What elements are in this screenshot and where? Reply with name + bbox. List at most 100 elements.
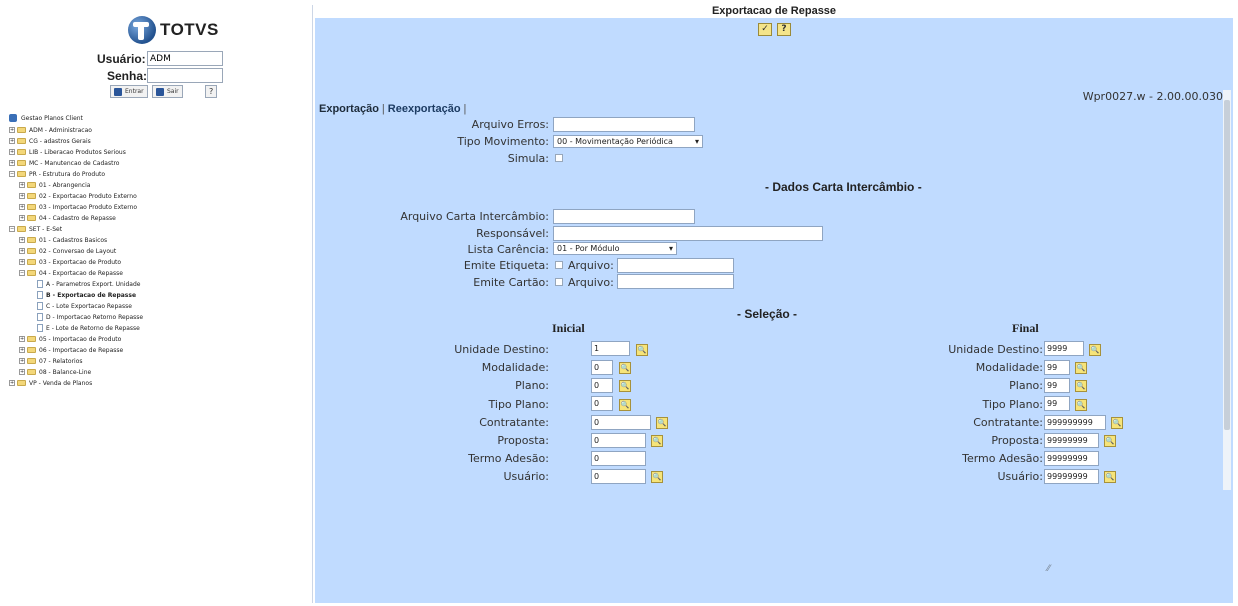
plano-ini-input[interactable] <box>591 378 613 393</box>
tree-item[interactable]: + 06 - Importacao de Repasse <box>19 345 123 355</box>
arquivo-cartao-input[interactable] <box>617 274 734 289</box>
application-window: TOTVS Usuário: Senha: Entrar Sair ? Gest… <box>0 0 1238 606</box>
tree-item[interactable]: + MC - Manutencao de Cadastro <box>9 158 119 168</box>
plano-fim-input[interactable] <box>1044 378 1070 393</box>
tree-root[interactable]: Gestao Planos Client <box>9 113 83 123</box>
dados-carta-header: - Dados Carta Intercâmbio - <box>765 180 922 194</box>
tree-item[interactable]: + VP - Venda de Planos <box>9 378 92 388</box>
usuario-ini-label: Usuário: <box>503 470 549 483</box>
document-icon <box>37 313 43 321</box>
simula-checkbox[interactable] <box>555 154 563 162</box>
magnifier-icon[interactable]: 🔍 <box>651 471 663 483</box>
contratante-fim-input[interactable] <box>1044 415 1106 430</box>
proposta-ini-input[interactable] <box>591 433 646 448</box>
tree-item[interactable]: + 08 - Balance-Line <box>19 367 91 377</box>
folder-icon <box>27 347 36 353</box>
exit-label: Sair <box>167 88 179 95</box>
tree-item[interactable]: E - Lote de Retorno de Repasse <box>37 323 140 333</box>
tree-item[interactable]: + 02 - Conversao de Layout <box>19 246 116 256</box>
exit-button[interactable]: Sair <box>152 85 183 98</box>
tree-item[interactable]: + 01 - Abrangencia <box>19 180 90 190</box>
tree-item[interactable]: + 03 - Importacao Produto Externo <box>19 202 137 212</box>
app-icon <box>9 114 17 122</box>
user-input[interactable] <box>147 51 223 66</box>
arquivo-erros-label: Arquivo Erros: <box>471 118 549 131</box>
tipo-plano-ini-input[interactable] <box>591 396 613 411</box>
arquivo-etiqueta-input[interactable] <box>617 258 734 273</box>
magnifier-icon[interactable]: 🔍 <box>1104 471 1116 483</box>
tree-item[interactable]: + 07 - Relatorios <box>19 356 83 366</box>
inicial-header: Inicial <box>552 321 585 335</box>
tab-exportacao[interactable]: Exportação <box>319 103 379 115</box>
confirm-button[interactable]: ✓ <box>758 23 772 36</box>
folder-icon <box>17 149 26 155</box>
enter-button[interactable]: Entrar <box>110 85 148 98</box>
tree-item[interactable]: A - Parametros Export. Unidade <box>37 279 140 289</box>
help-label: ? <box>209 87 214 96</box>
proposta-fim-input[interactable] <box>1044 433 1099 448</box>
document-icon <box>37 324 43 332</box>
magnifier-icon[interactable]: 🔍 <box>1075 399 1087 411</box>
unidade-destino-ini-input[interactable] <box>591 341 630 356</box>
termo-adesao-fim-input[interactable] <box>1044 451 1099 466</box>
magnifier-icon[interactable]: 🔍 <box>651 435 663 447</box>
tree-item[interactable]: D - Importacao Retorno Repasse <box>37 312 143 322</box>
tree-item-selected[interactable]: B - Exportacao de Repasse <box>37 290 136 300</box>
main-panel: Exportacao de Repasse ✓ ? Wpr0027.w - 2.… <box>315 5 1233 603</box>
magnifier-icon[interactable]: 🔍 <box>656 417 668 429</box>
magnifier-icon[interactable]: 🔍 <box>1075 380 1087 392</box>
emite-cartao-checkbox[interactable] <box>555 278 563 286</box>
help-button[interactable]: ? <box>777 23 791 36</box>
expand-icon: + <box>9 149 15 155</box>
tree-item[interactable]: − SET - E-Set <box>9 224 62 234</box>
expand-icon: + <box>9 127 15 133</box>
emite-etiqueta-checkbox[interactable] <box>555 261 563 269</box>
tree-item[interactable]: + LIB - Liberacao Produtos Serious <box>9 147 126 157</box>
tree-item[interactable]: + 01 - Cadastros Basicos <box>19 235 107 245</box>
tipo-movimento-select[interactable]: 00 - Movimentação Periódica ▾ <box>553 135 703 148</box>
document-icon <box>37 291 43 299</box>
password-input[interactable] <box>147 68 223 83</box>
magnifier-icon[interactable]: 🔍 <box>636 344 648 356</box>
tab-reexportacao[interactable]: Reexportação <box>388 103 461 115</box>
unidade-destino-fim-input[interactable] <box>1044 341 1084 356</box>
tree-item[interactable]: + 05 - Importacao de Produto <box>19 334 121 344</box>
tree-item[interactable]: − 04 - Exportacao de Repasse <box>19 268 123 278</box>
tree-item[interactable]: + 04 - Cadastro de Repasse <box>19 213 116 223</box>
usuario-fim-input[interactable] <box>1044 469 1099 484</box>
usuario-ini-input[interactable] <box>591 469 646 484</box>
tipo-movimento-label: Tipo Movimento: <box>457 135 549 148</box>
magnifier-icon[interactable]: 🔍 <box>1089 344 1101 356</box>
tree-item[interactable]: + ADM - Administracao <box>9 125 92 135</box>
magnifier-icon[interactable]: 🔍 <box>1075 362 1087 374</box>
expand-icon: + <box>19 259 25 265</box>
magnifier-icon[interactable]: 🔍 <box>619 399 631 411</box>
modalidade-ini-input[interactable] <box>591 360 613 375</box>
tree-item[interactable]: + CG - adastros Gerais <box>9 136 91 146</box>
resize-grip-icon[interactable]: ⁄⁄ <box>1047 564 1050 574</box>
scrollbar-thumb[interactable] <box>1224 100 1230 430</box>
modalidade-fim-input[interactable] <box>1044 360 1070 375</box>
magnifier-icon[interactable]: 🔍 <box>1104 435 1116 447</box>
expand-icon: + <box>19 248 25 254</box>
arquivo-erros-input[interactable] <box>553 117 695 132</box>
tree-item[interactable]: + 02 - Exportacao Produto Externo <box>19 191 137 201</box>
help-button-login[interactable]: ? <box>205 85 218 98</box>
folder-open-icon <box>17 226 26 232</box>
lista-carencia-select[interactable]: 01 - Por Módulo ▾ <box>553 242 677 255</box>
tree-item[interactable]: C - Lote Exportacao Repasse <box>37 301 132 311</box>
plano-fim-label: Plano: <box>1009 379 1043 392</box>
version-label: Wpr0027.w - 2.00.00.030 <box>1082 90 1223 103</box>
tab-bar: Exportação | Reexportação | <box>319 103 469 115</box>
magnifier-icon[interactable]: 🔍 <box>619 362 631 374</box>
simula-label: Simula: <box>507 152 549 165</box>
tree-item[interactable]: − PR - Estrutura do Produto <box>9 169 105 179</box>
tree-item[interactable]: + 03 - Exportacao de Produto <box>19 257 121 267</box>
tipo-plano-fim-input[interactable] <box>1044 396 1070 411</box>
magnifier-icon[interactable]: 🔍 <box>1111 417 1123 429</box>
responsavel-input[interactable] <box>553 226 823 241</box>
contratante-ini-input[interactable] <box>591 415 651 430</box>
arquivo-carta-input[interactable] <box>553 209 695 224</box>
magnifier-icon[interactable]: 🔍 <box>619 380 631 392</box>
termo-adesao-ini-input[interactable] <box>591 451 646 466</box>
